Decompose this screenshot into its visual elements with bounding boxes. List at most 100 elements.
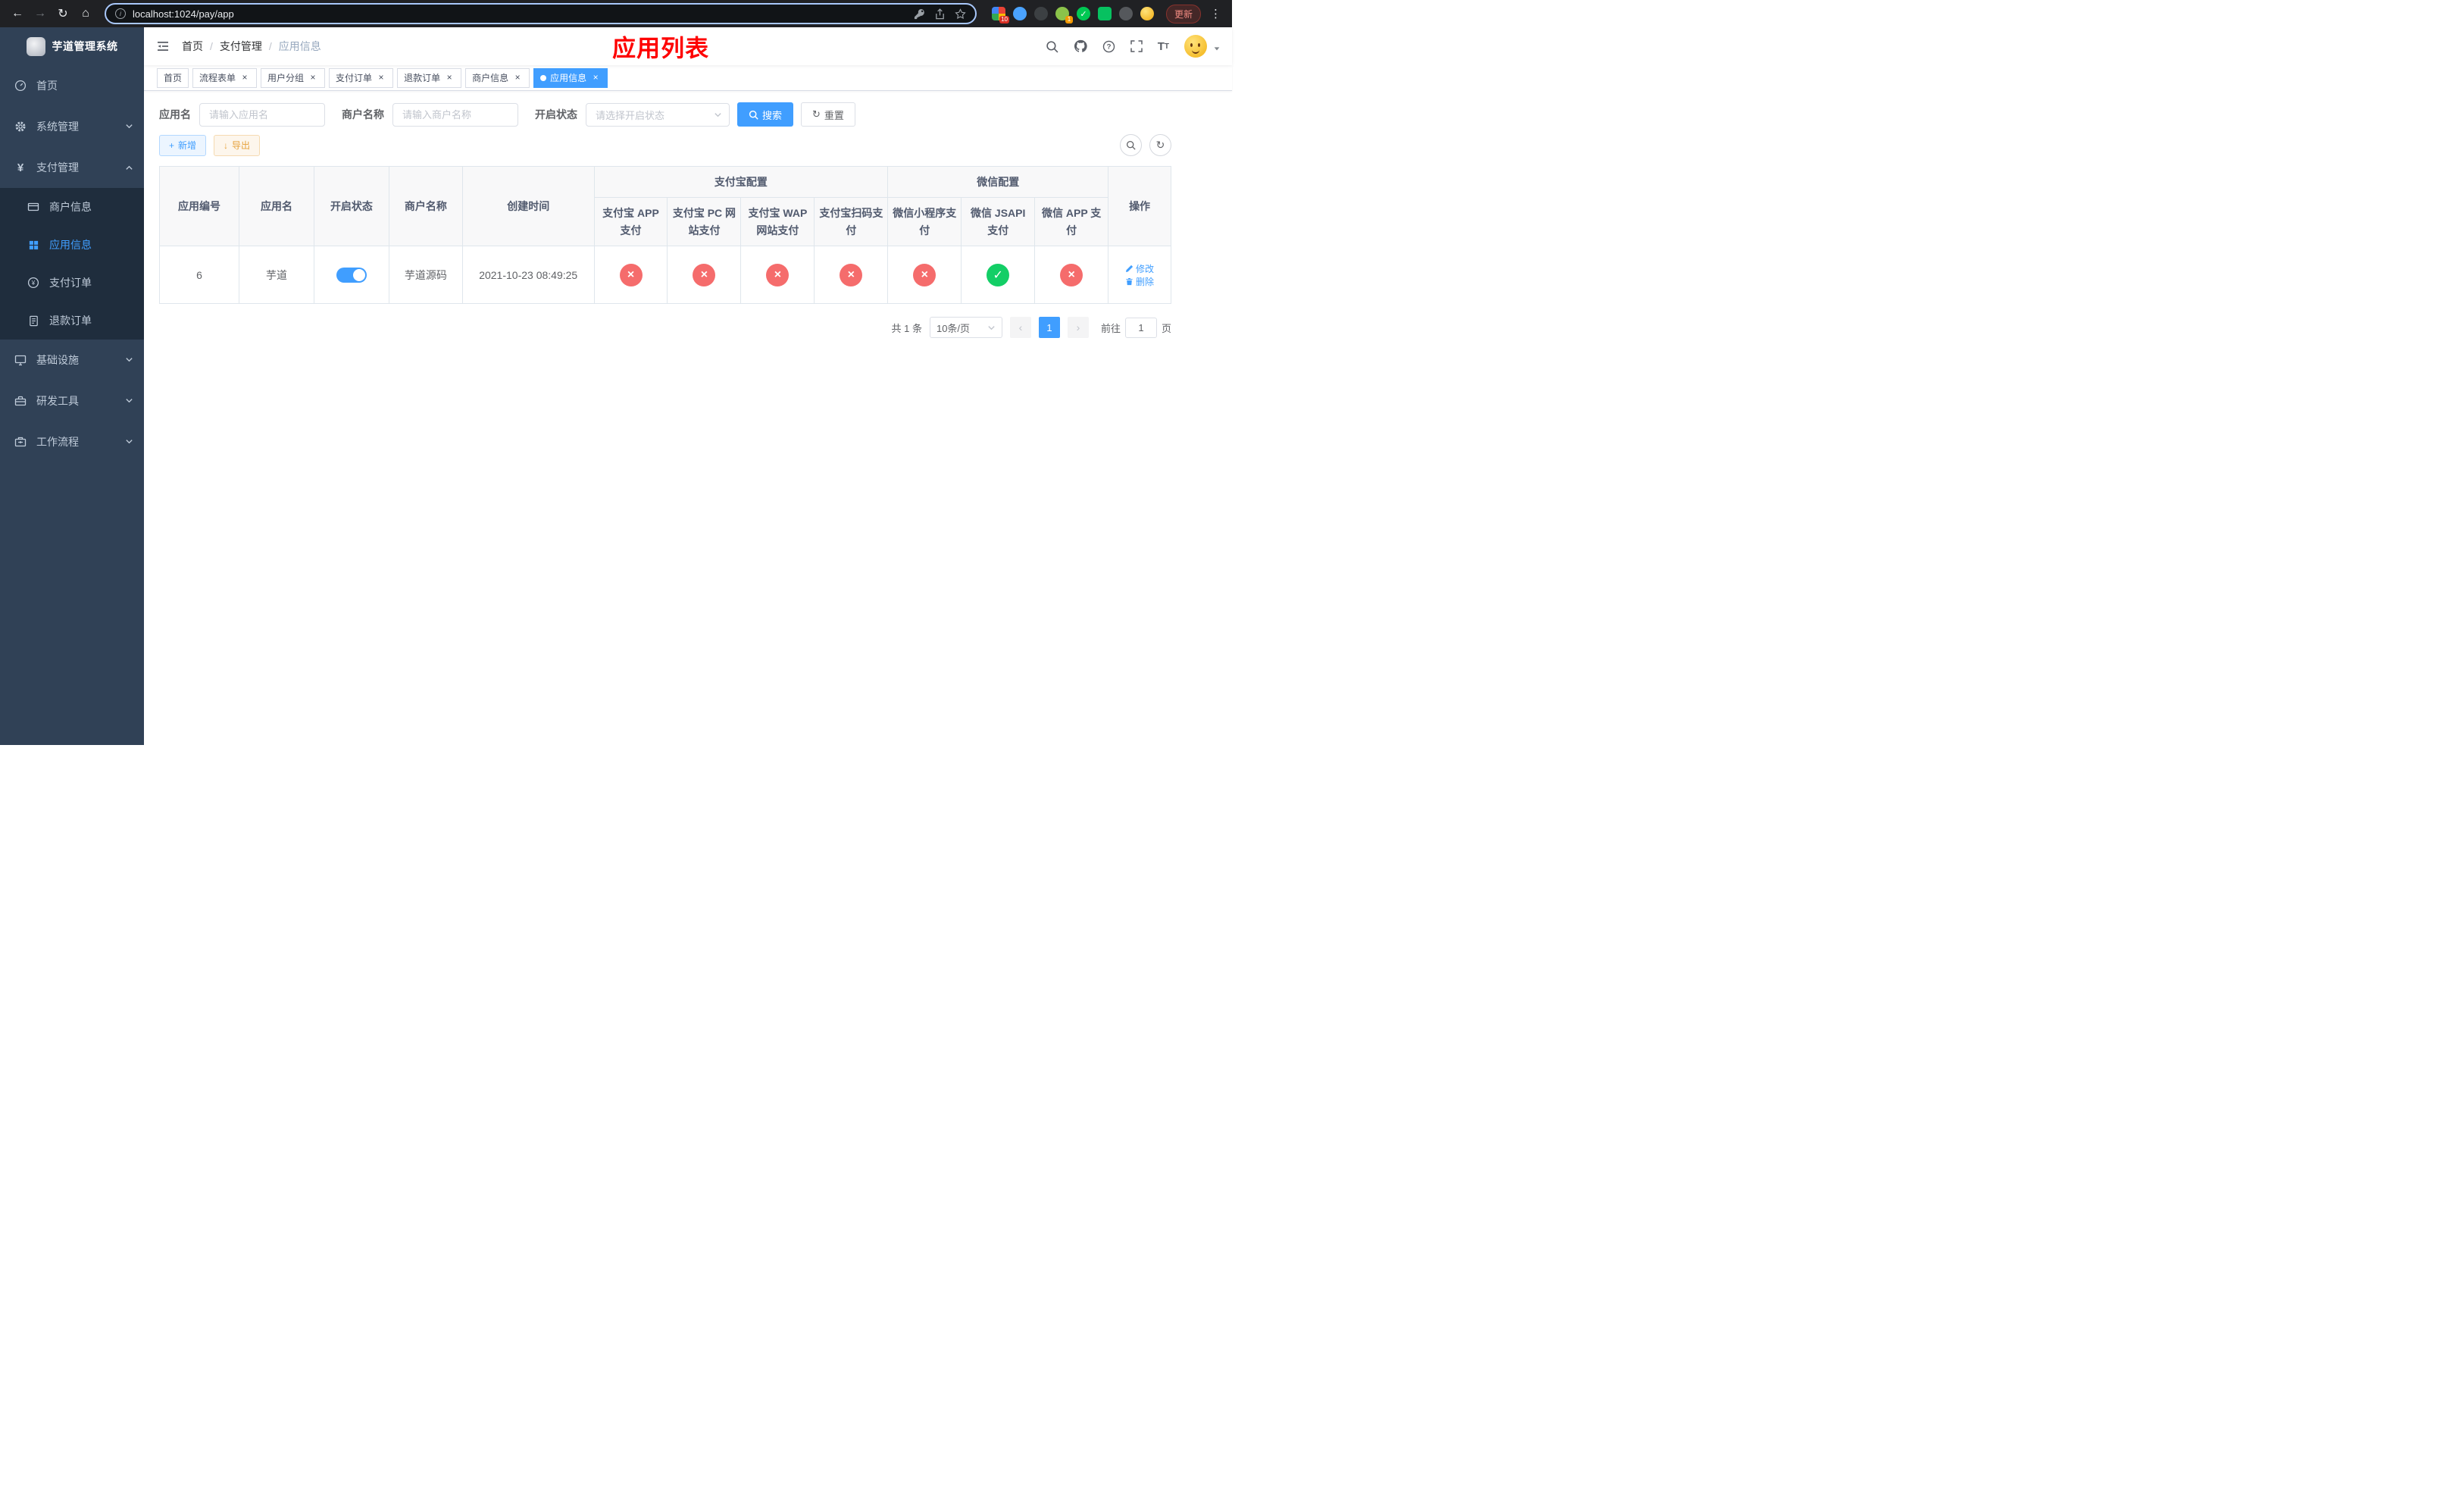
github-icon[interactable]: [1074, 39, 1087, 53]
next-page-button[interactable]: ›: [1067, 317, 1089, 339]
extension-pin-icon[interactable]: [1118, 7, 1133, 20]
toggle-search-button[interactable]: [1120, 134, 1142, 156]
sidebar-item-devtools[interactable]: 研发工具: [0, 380, 144, 421]
tab-process-form[interactable]: 流程表单 ×: [192, 67, 258, 88]
export-button[interactable]: ↓ 导出: [214, 134, 261, 156]
forward-icon[interactable]: →: [30, 4, 50, 23]
table-toolbar: + 新增 ↓ 导出 ↻: [159, 134, 1171, 156]
tab-pay-order[interactable]: 支付订单 ×: [329, 67, 394, 88]
status-select[interactable]: 请选择开启状态: [586, 102, 730, 127]
browser-update-button[interactable]: 更新: [1165, 4, 1201, 23]
tab-user-group[interactable]: 用户分组 ×: [261, 67, 326, 88]
sidebar-item-payment[interactable]: ¥ 支付管理: [0, 147, 144, 188]
edit-link[interactable]: 修改: [1125, 262, 1154, 275]
user-avatar[interactable]: [1184, 35, 1207, 58]
sidebar-item-workflow[interactable]: 工作流程: [0, 421, 144, 462]
active-dot: [540, 74, 547, 81]
sidebar-item-home[interactable]: 首页: [0, 65, 144, 106]
page-size-select[interactable]: 10条/页: [929, 317, 1002, 339]
password-key-icon[interactable]: [914, 8, 925, 20]
sidebar-item-infrastructure[interactable]: 基础设施: [0, 340, 144, 380]
extension-avatar-icon[interactable]: 1: [1055, 7, 1073, 23]
goto-page-input[interactable]: [1124, 317, 1157, 338]
share-icon[interactable]: [934, 8, 946, 20]
chevron-down-icon: [988, 325, 995, 330]
sidebar-item-system[interactable]: 系统管理: [0, 106, 144, 147]
sidebar-toggle-icon[interactable]: [155, 39, 170, 54]
prev-page-button[interactable]: ‹: [1009, 317, 1031, 339]
caret-down-icon[interactable]: [1213, 42, 1221, 56]
extension-badge: 10: [999, 16, 1009, 23]
wechat-mini-status-badge: ×: [913, 263, 937, 286]
plus-icon: +: [169, 139, 175, 151]
tab-label: 应用信息: [550, 73, 587, 83]
tab-label: 退款订单: [404, 73, 441, 83]
yen-icon: ¥: [17, 161, 24, 174]
add-button[interactable]: + 新增: [159, 134, 207, 156]
fullscreen-icon[interactable]: [1130, 40, 1143, 52]
credit-card-icon: [27, 201, 39, 213]
home-icon[interactable]: ⌂: [76, 4, 95, 23]
extension-blue-icon[interactable]: [1012, 7, 1027, 20]
address-bar[interactable]: i localhost:1024/pay/app: [105, 3, 977, 24]
sidebar-item-app-info[interactable]: 应用信息: [0, 226, 144, 264]
close-icon[interactable]: ×: [308, 72, 318, 83]
back-icon[interactable]: ←: [8, 4, 27, 23]
extension-badge: 1: [1065, 16, 1073, 23]
current-page-button[interactable]: 1: [1038, 317, 1060, 339]
breadcrumb-payment[interactable]: 支付管理: [220, 39, 262, 54]
extension-dark-icon[interactable]: [1033, 7, 1048, 20]
grid-icon: [27, 239, 39, 251]
browser-menu-icon[interactable]: ⋮: [1207, 7, 1224, 20]
merchant-name-input[interactable]: [392, 102, 518, 127]
extension-chat-icon[interactable]: [1097, 7, 1112, 20]
tab-refund-order[interactable]: 退款订单 ×: [397, 67, 462, 88]
close-icon[interactable]: ×: [376, 72, 386, 83]
breadcrumb-home[interactable]: 首页: [182, 39, 203, 54]
app-name-input[interactable]: [199, 102, 325, 127]
font-size-icon[interactable]: TT: [1158, 40, 1169, 53]
column-header-alipay-wap: 支付宝 WAP 网站支付: [740, 197, 815, 247]
tab-app-info[interactable]: 应用信息 ×: [533, 67, 608, 88]
search-icon[interactable]: [1046, 40, 1058, 53]
gear-icon: [14, 121, 27, 133]
reload-icon[interactable]: ↻: [53, 4, 73, 23]
app-table: 应用编号 应用名 开启状态 商户名称 创建时间 支付宝配置 微信配置 操作 支付…: [158, 165, 1171, 305]
sidebar-item-refund-order[interactable]: 退款订单: [0, 302, 144, 340]
sidebar-item-label: 支付管理: [36, 161, 79, 174]
status-select-placeholder: 请选择开启状态: [596, 109, 665, 121]
tab-label: 用户分组: [267, 73, 305, 83]
tab-label: 支付订单: [336, 73, 373, 83]
close-icon[interactable]: ×: [512, 72, 523, 83]
refresh-button[interactable]: ↻: [1149, 134, 1171, 156]
column-header-merchant: 商户名称: [388, 165, 463, 247]
browser-profile-avatar[interactable]: [1140, 7, 1154, 20]
sidebar-logo[interactable]: 芋道管理系统: [0, 27, 144, 65]
close-icon[interactable]: ×: [239, 72, 250, 83]
wechat-jsapi-status-badge: ✓: [987, 263, 1010, 286]
column-header-alipay-pc: 支付宝 PC 网站支付: [667, 197, 742, 247]
close-icon[interactable]: ×: [444, 72, 455, 83]
reset-button[interactable]: ↻ 重置: [801, 102, 855, 127]
sidebar-item-pay-order[interactable]: ¥ 支付订单: [0, 264, 144, 302]
help-icon[interactable]: ?: [1102, 40, 1115, 53]
search-button[interactable]: 搜索: [737, 102, 794, 127]
logo-avatar: [26, 36, 45, 56]
extension-grid-icon[interactable]: 10: [991, 7, 1009, 23]
delete-link[interactable]: 删除: [1125, 275, 1154, 288]
sidebar-item-label: 工作流程: [36, 436, 79, 448]
bookmark-star-icon[interactable]: [955, 8, 966, 20]
cell-app-name: 芋道: [239, 246, 314, 305]
close-icon[interactable]: ×: [590, 72, 601, 83]
status-toggle[interactable]: [336, 267, 367, 283]
tab-home[interactable]: 首页: [157, 67, 189, 88]
site-info-icon[interactable]: i: [115, 8, 126, 19]
chevron-up-icon: [125, 161, 133, 174]
merchant-name-label: 商户名称: [342, 108, 384, 121]
chevron-down-icon: [714, 112, 721, 117]
extension-check-icon[interactable]: ✓: [1076, 7, 1090, 20]
chevron-down-icon: [125, 121, 133, 133]
column-header-name: 应用名: [239, 165, 314, 247]
tab-merchant-info[interactable]: 商户信息 ×: [465, 67, 530, 88]
sidebar-item-merchant-info[interactable]: 商户信息: [0, 188, 144, 226]
